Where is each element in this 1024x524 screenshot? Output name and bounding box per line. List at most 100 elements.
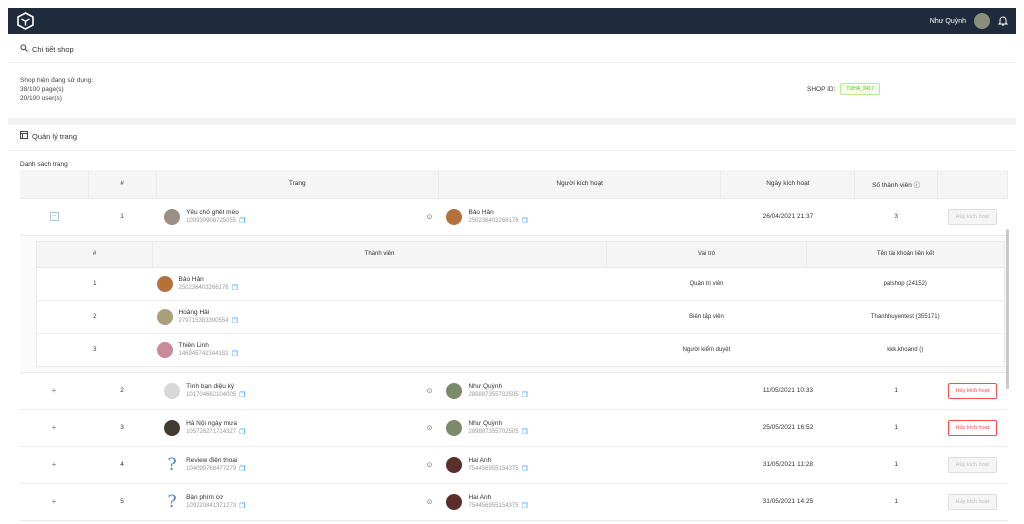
expanded-members-row: # Thành viên Vai trò Tên tài khoản liên kết… [20,235,1008,373]
linked-account-cell: Thanhhuyentest (355171) [806,299,1005,334]
linked-account-cell: palshop (24152) [806,266,1005,301]
member-id: 279715383390554 [178,317,229,324]
page-name[interactable]: Bàn phím cơ [186,493,245,502]
copy-icon[interactable]: ❐ [522,391,528,400]
page-id: 101704662104005 [186,391,237,398]
linked-account-cell: kkk.khoand () [806,332,1005,367]
expanded-members-cell: # Thành viên Vai trò Tên tài khoản liên kết… [20,235,1008,373]
action-column-header [937,170,1008,199]
pages-usage: 38/100 page(s) [20,86,64,93]
page-name[interactable]: Hà Nội ngày mưa [186,419,245,428]
copy-icon[interactable]: ❐ [239,217,245,226]
copy-icon[interactable]: ❐ [239,502,245,511]
page-avatar [164,208,181,225]
table-row: +2 Tình bạn diệu kỳ 101704662104005 ❐ ⊙ Như Q… [20,372,1008,410]
info-circle-icon[interactable]: ⊙ [427,213,433,221]
member-cell: Bảo Hân 250236403266176 ❐ [152,266,607,301]
expand-row-button[interactable]: + [52,497,57,506]
index-column-header: # [88,170,157,199]
info-circle-icon[interactable]: ⊙ [427,387,433,395]
expand-cell: − [20,198,89,236]
expand-row-button[interactable]: + [52,386,57,395]
page-avatar [164,382,181,399]
member-cell: Hoàng Hải 279715383390554 ❐ [152,299,607,334]
member-avatar [156,308,173,325]
info-circle-icon[interactable]: ⊙ [427,461,433,469]
expand-row-button[interactable]: + [52,460,57,469]
cube-logo-icon[interactable] [16,12,34,30]
divider [8,150,1016,151]
page-id: 109220841371273 [186,502,237,509]
deactivate-button[interactable]: Hủy kích hoạt [947,419,998,436]
role-cell: Quản trị viên [606,266,807,301]
deactivate-button[interactable]: Hủy kích hoạt [947,456,998,473]
member-index-cell: 3 [36,332,153,367]
member-index-cell: 2 [36,299,153,334]
activator-id: 289887355702505 [468,391,519,398]
activator-name: Bảo Hân [468,208,494,216]
page-content: Chi tiết shop Shop hiện đang sử dụng: 38… [8,34,1016,524]
info-circle-icon[interactable]: ⓘ [914,182,921,189]
copy-icon[interactable]: ❐ [239,428,245,437]
expand-row-button[interactable]: + [52,423,57,432]
user-avatar[interactable] [974,13,990,29]
deactivate-button[interactable]: Hủy kích hoạt [947,493,998,510]
copy-icon[interactable]: ❐ [522,428,528,437]
pages-table: # Trang Người kích hoạt Ngày kích hoạt S… [20,170,1008,524]
member-count-cell: 1 [854,372,938,410]
copy-icon[interactable]: ❐ [522,502,528,511]
index-cell: 1 [88,198,157,236]
activated-at-cell: 31/05/2021 11:28 [720,446,855,484]
copy-icon[interactable]: ❐ [232,350,238,359]
page-list-label: Danh sách trang [20,161,68,168]
deactivate-button[interactable]: Hủy kích hoạt [947,208,998,225]
action-cell: Hủy kích hoạt [937,446,1008,484]
member-name: Bảo Hân [178,275,204,283]
table-row: −1 Yêu chó ghét mèo 100930908725055 ❐ ⊙ Bảo H… [20,198,1008,236]
member-count-cell: 1 [854,446,938,484]
page-name[interactable]: Yêu chó ghét mèo [186,208,245,217]
collapse-row-button[interactable]: − [49,212,59,221]
role-cell: Biên tập viên [606,299,807,334]
page-cell: ? Bàn phím cơ 109220841371273 ❐ ⊙ [156,483,439,521]
page-management-title: Quản lý trang [20,131,77,141]
page-name[interactable]: Review điện thoại [186,456,245,465]
page-column-header: Trang [156,170,439,199]
copy-icon[interactable]: ❐ [239,391,245,400]
member-avatar [156,275,173,292]
info-circle-icon[interactable]: ⊙ [427,498,433,506]
activator-id: 289887355702505 [468,428,519,435]
index-cell: 5 [88,483,157,521]
table-row: +3 Hà Nội ngày mưa 105726271714327 ❐ ⊙ Như Qu… [20,409,1008,447]
activator-id: 754456955154375 [468,502,519,509]
page-name[interactable]: Tình bạn diệu kỳ [186,382,245,391]
activator-avatar [446,208,463,225]
question-mark-icon: ? [167,454,177,475]
member-row: 3 Thiên Linh 146945742344181 ❐ Người kiểm du… [36,332,1005,367]
users-usage: 20/100 user(s) [20,95,62,102]
role-header: Vai trò [606,241,807,268]
page-cell: ? Review điện thoại 104099768477279 ❐ ⊙ [156,446,439,484]
copy-icon[interactable]: ❐ [239,465,245,474]
page-list-icon [20,131,28,141]
bell-icon[interactable] [997,15,1009,28]
copy-icon[interactable]: ❐ [232,284,238,293]
shop-detail-label: Chi tiết shop [32,44,74,54]
scrollbar[interactable] [1006,229,1009,389]
info-circle-icon[interactable]: ⊙ [427,424,433,432]
user-name[interactable]: Như Quỳnh [930,18,966,25]
shop-usage-info: Shop hiện đang sử dụng: 38/100 page(s) 2… [20,76,93,103]
activator-avatar [446,419,463,436]
copy-icon[interactable]: ❐ [232,317,238,326]
copy-icon[interactable]: ❐ [522,217,528,226]
divider [8,62,1016,63]
deactivate-button[interactable]: Hủy kích hoạt [947,382,998,399]
activated-at-cell: 26/04/2021 21:37 [720,198,855,236]
shop-id-badge: TUHA_2417 [840,83,880,95]
index-cell: 3 [88,409,157,447]
activated-at-column-header: Ngày kích hoạt [720,170,856,199]
activated-at-cell: 25/05/2021 16:52 [720,409,855,447]
shop-id: SHOP ID: TUHA_2417 [807,83,880,95]
copy-icon[interactable]: ❐ [522,465,528,474]
page-id: 100930908725055 [186,217,237,224]
